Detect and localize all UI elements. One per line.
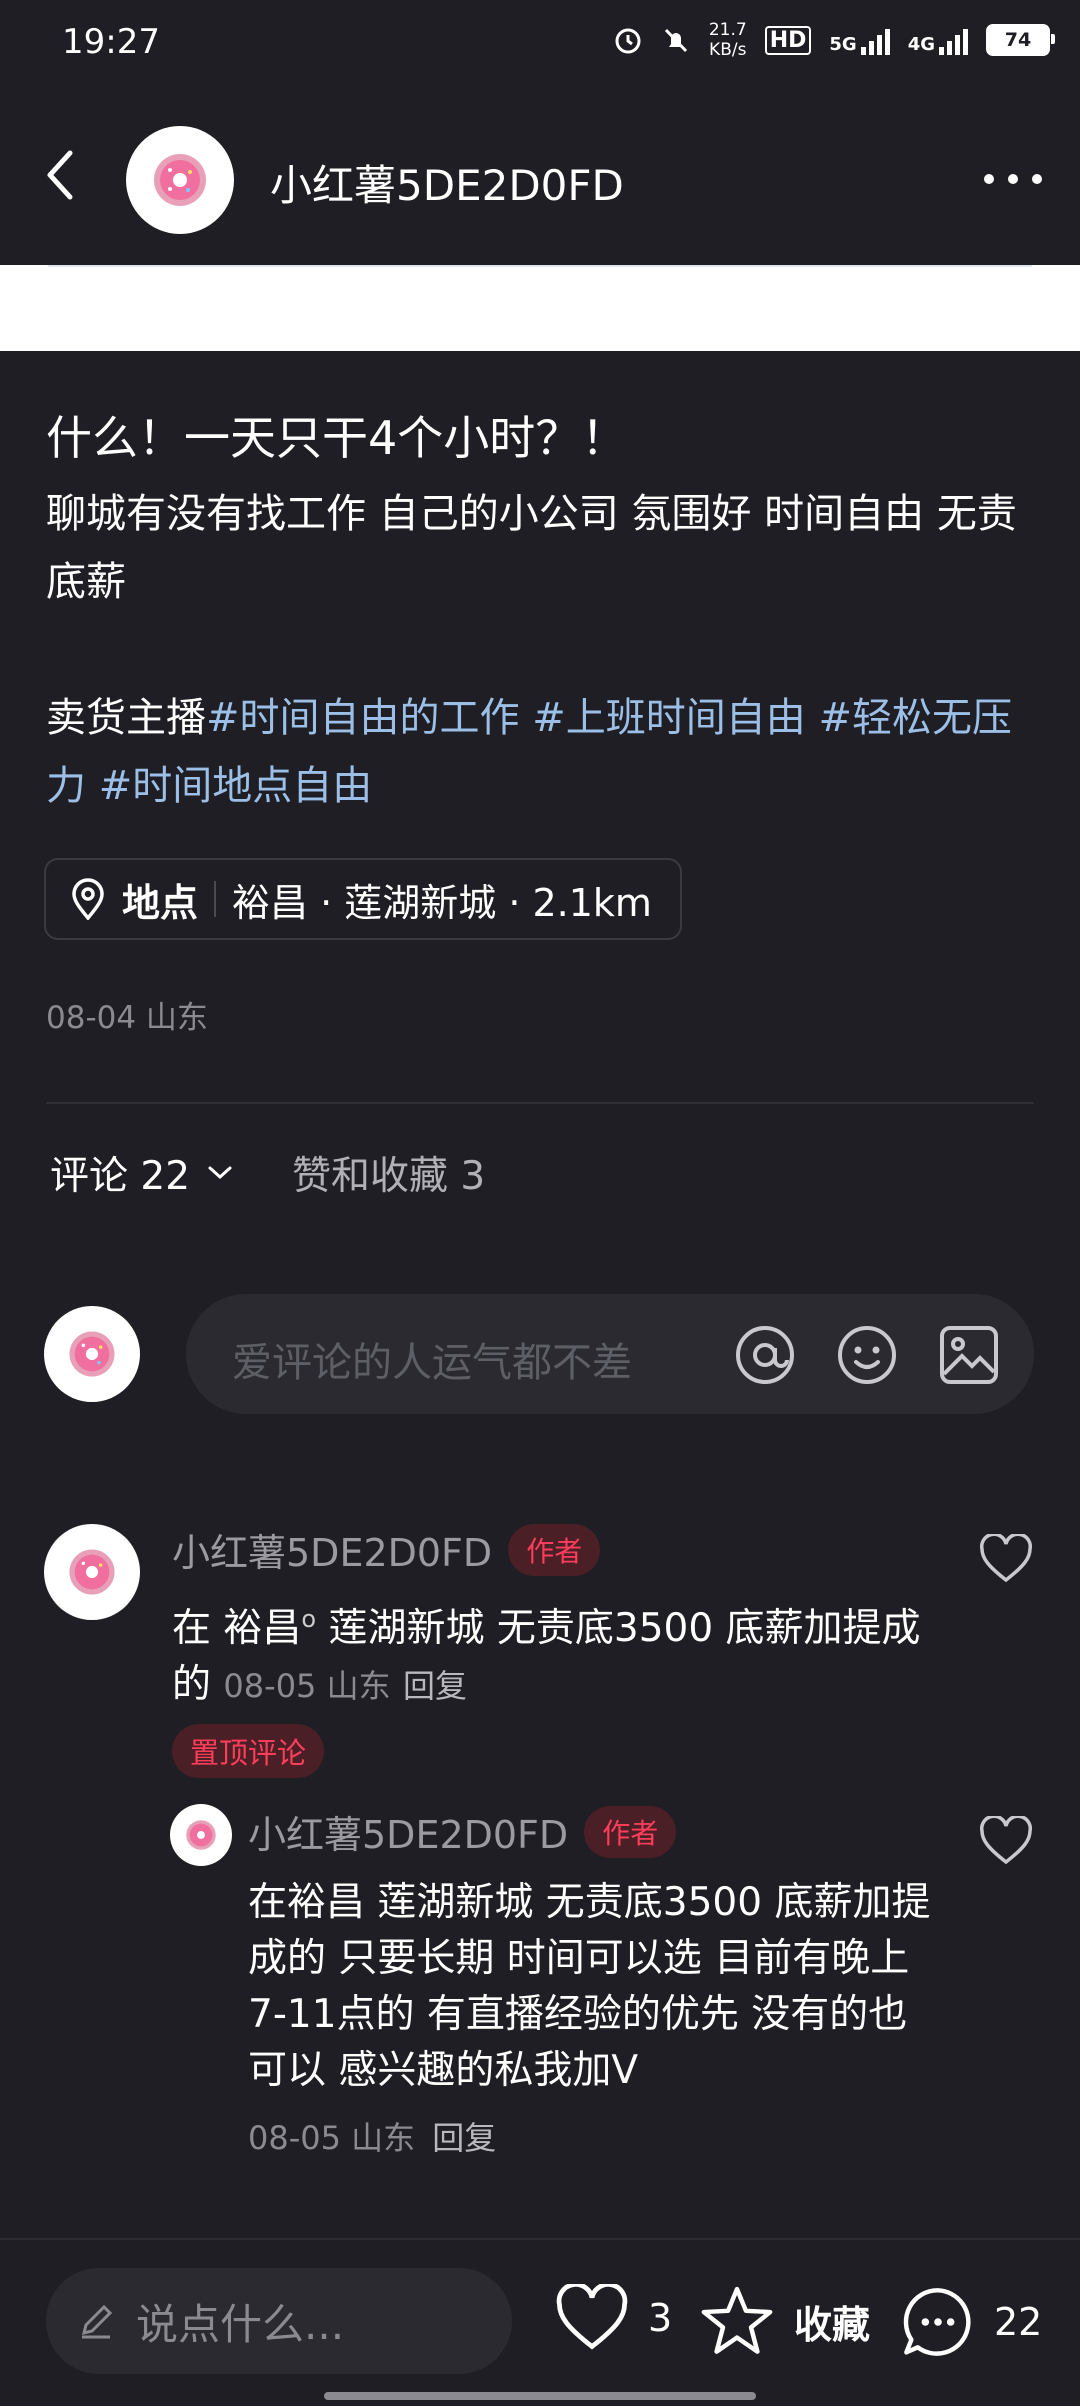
collect-button[interactable]: 收藏 <box>698 2284 870 2358</box>
like-count: 3 <box>648 2296 673 2340</box>
donut-avatar-icon <box>69 1549 115 1595</box>
reply-meta: 08-05 山东 <box>248 2119 416 2157</box>
post-image[interactable] <box>0 265 1080 351</box>
post-tags-line: 卖货主播#时间自由的工作 #上班时间自由 #轻松无压力 #时间地点自由 <box>46 684 1036 820</box>
hashtag[interactable]: #时间自由的工作 <box>206 695 520 741</box>
post-body: 聊城有没有找工作 自己的小公司 氛围好 时间自由 无责底薪 卖货主播#时间自由的… <box>46 480 1036 820</box>
reply-button[interactable]: 回复 <box>403 1667 467 1705</box>
emoji-icon[interactable] <box>836 1324 898 1386</box>
author-badge: 作者 <box>584 1805 677 1858</box>
heart-icon <box>556 2284 628 2350</box>
divider <box>46 1102 1034 1104</box>
location-divider <box>214 881 217 917</box>
location-value: 裕昌 · 莲湖新城 · 2.1km <box>232 880 652 925</box>
status-bar: 19:27 21.7 KB/s HD 5G 4G 74 <box>0 0 1080 90</box>
location-label: 地点 <box>122 880 199 925</box>
comment-item: 小红薯5DE2D0FD 作者 在 裕昌o 莲湖新城 无责底3500 底薪加提成的… <box>172 1522 972 1778</box>
post-prefix: 卖货主播 <box>46 695 206 741</box>
avatar[interactable] <box>126 126 234 234</box>
hashtag[interactable]: #时间地点自由 <box>99 763 373 809</box>
comment-avatar[interactable] <box>44 1524 140 1620</box>
top-bar: 小红薯5DE2D0FD <box>0 90 1080 265</box>
net-speed: 21.7 KB/s <box>708 20 747 60</box>
tab-comments-label: 评论 22 <box>50 1154 191 1199</box>
star-icon <box>701 2286 773 2354</box>
comment-count: 22 <box>994 2300 1043 2344</box>
battery-icon: 74 <box>986 24 1055 56</box>
status-icons: 21.7 KB/s HD 5G 4G 74 <box>613 20 1055 60</box>
reply-button[interactable]: 回复 <box>432 2119 496 2157</box>
signal-5g: 5G <box>829 25 890 55</box>
reply-author[interactable]: 小红薯5DE2D0FD <box>248 1804 568 1859</box>
tab-likes-collects[interactable]: 赞和收藏 3 <box>292 1145 485 1201</box>
signal-4g: 4G <box>908 25 968 55</box>
chevron-down-icon <box>208 1166 232 1180</box>
header-username[interactable]: 小红薯5DE2D0FD <box>270 152 624 213</box>
heart-icon[interactable] <box>978 1816 1034 1866</box>
status-time: 19:27 <box>62 22 160 62</box>
reply-text: 在裕昌 莲湖新城 无责底3500 底薪加提成的 只要长期 时间可以选 目前有晚上… <box>248 1880 931 2093</box>
say-something-input[interactable]: 说点什么... <box>46 2268 512 2374</box>
hd-icon: HD <box>764 25 812 55</box>
image-icon[interactable] <box>938 1324 1000 1386</box>
tab-comments[interactable]: 评论 22 <box>50 1145 234 1201</box>
alarm-icon <box>615 28 641 54</box>
post-body-text: 聊城有没有找工作 自己的小公司 氛围好 时间自由 无责底薪 <box>46 491 1017 605</box>
comment-button[interactable]: 22 <box>900 2284 1042 2360</box>
like-button[interactable]: 3 <box>554 2284 672 2352</box>
location-link[interactable]: 裕昌 <box>223 1606 301 1651</box>
hashtag[interactable]: #上班时间自由 <box>532 695 806 741</box>
say-placeholder: 说点什么... <box>136 2299 345 2349</box>
comment-text: 在 裕昌o 莲湖新城 无责底3500 底薪加提成的 08-05 山东 回复 <box>172 1605 921 1707</box>
donut-avatar-icon <box>186 1820 216 1850</box>
author-badge: 作者 <box>508 1523 601 1576</box>
home-indicator[interactable] <box>324 2392 756 2400</box>
post-title: 什么！一天只干4个小时？！ <box>46 411 628 465</box>
reply-avatar[interactable] <box>170 1804 232 1866</box>
back-arrow-icon[interactable] <box>40 145 80 205</box>
comment-meta: 08-05 山东 <box>223 1667 391 1705</box>
post-date: 08-04 山东 <box>46 1000 208 1036</box>
pencil-icon <box>81 2304 113 2339</box>
my-avatar <box>44 1306 140 1402</box>
search-small-icon: o <box>301 1605 317 1633</box>
comment-input[interactable]: 爱评论的人运气都不差 <box>186 1294 1034 1414</box>
location-pin-icon <box>72 878 104 920</box>
comment-author[interactable]: 小红薯5DE2D0FD <box>172 1522 492 1577</box>
comment-bubble-icon <box>903 2288 971 2356</box>
mute-bell-icon <box>664 28 687 53</box>
bottom-action-bar: 说点什么... 3 收藏 22 <box>0 2238 1080 2406</box>
reply-item: 小红薯5DE2D0FD 作者 在裕昌 莲湖新城 无责底3500 底薪加提成的 只… <box>248 1804 948 2159</box>
more-options-icon[interactable] <box>984 174 1042 184</box>
pinned-badge: 置顶评论 <box>172 1724 325 1778</box>
donut-avatar-icon <box>69 1331 115 1377</box>
heart-icon[interactable] <box>978 1534 1034 1584</box>
location-chip[interactable]: 地点 裕昌 · 莲湖新城 · 2.1km <box>44 858 682 940</box>
at-mention-icon[interactable] <box>734 1324 796 1386</box>
donut-avatar-icon <box>154 154 206 206</box>
collect-label: 收藏 <box>794 2302 871 2347</box>
comment-placeholder: 爱评论的人运气都不差 <box>232 1340 632 1386</box>
